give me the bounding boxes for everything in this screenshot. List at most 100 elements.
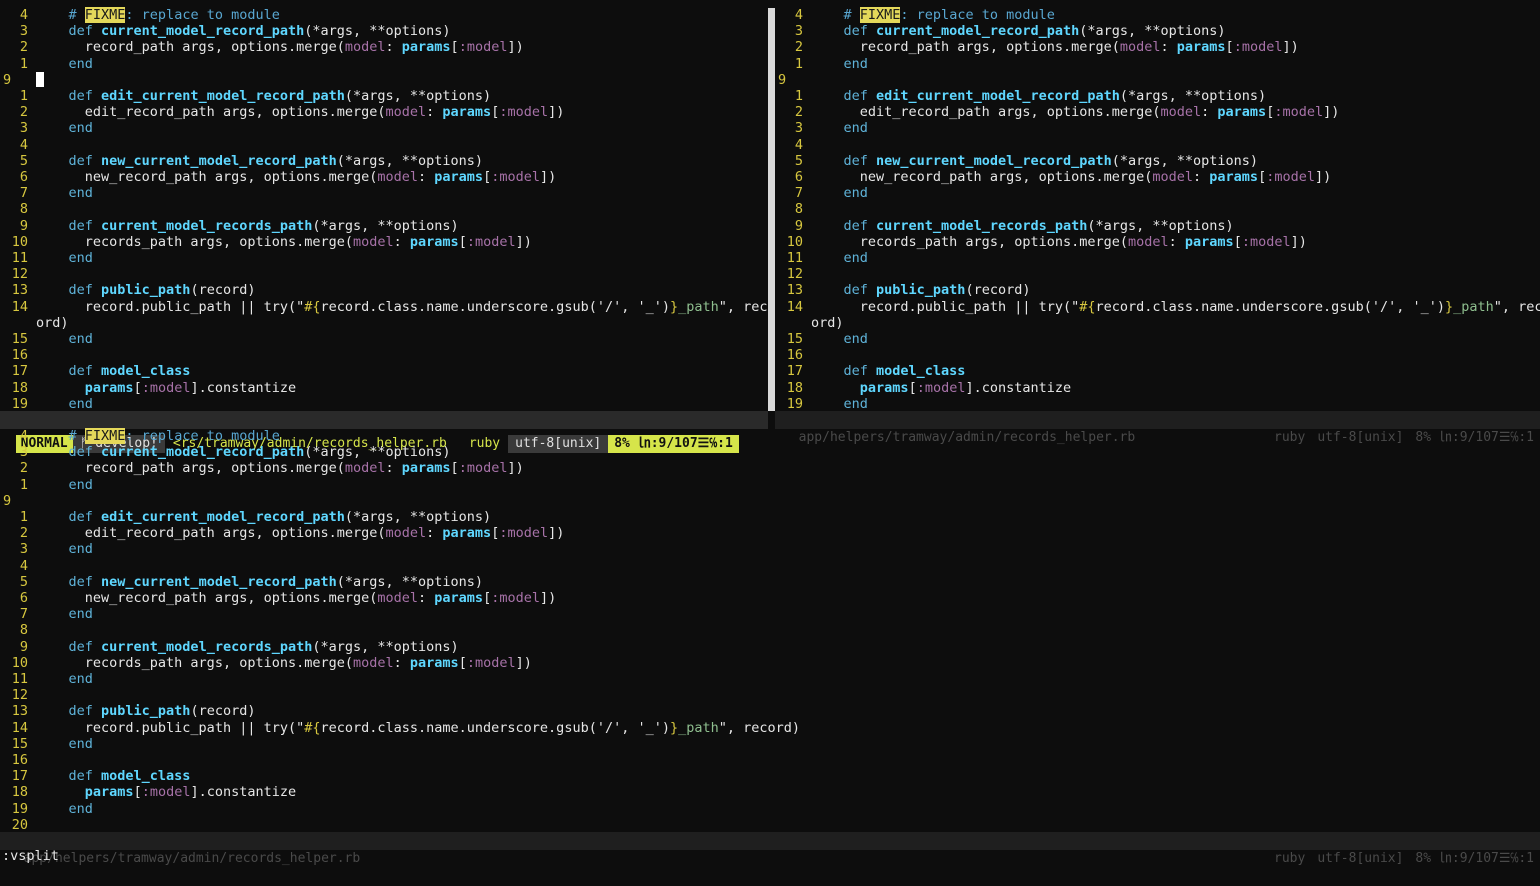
code-line[interactable]: 2 edit_record_path args, options.merge(m… <box>0 525 1540 541</box>
code-line[interactable]: 10 records_path args, options.merge(mode… <box>775 234 1540 250</box>
code-line[interactable]: 7 end <box>0 185 768 201</box>
code-line[interactable]: 4 <box>775 137 1540 153</box>
code-line[interactable]: 4 <box>0 558 1540 574</box>
line-number: 9 <box>3 71 12 88</box>
line-number: 1 <box>19 55 28 72</box>
line-number: 6 <box>19 169 28 185</box>
code-line[interactable]: 4 # FIXME: replace to module <box>0 7 768 23</box>
code-text: end <box>68 185 93 202</box>
code-line[interactable]: 6 new_record_path args, options.merge(mo… <box>0 590 1540 606</box>
code-line[interactable]: 5 def new_current_model_record_path(*arg… <box>0 574 1540 590</box>
code-line[interactable]: 3 end <box>775 120 1540 136</box>
line-number: 3 <box>19 23 28 40</box>
code-line[interactable]: 18 params[:model].constantize <box>0 380 768 396</box>
editor-pane-top-right[interactable]: 4 # FIXME: replace to module 3 def curren… <box>775 7 1540 411</box>
line-number: 11 <box>11 671 28 687</box>
code-text: def model_class <box>843 363 966 380</box>
code-line[interactable]: 10 records_path args, options.merge(mode… <box>0 655 1540 671</box>
code-line[interactable]: 19 end <box>775 396 1540 411</box>
code-line[interactable]: 1 end <box>775 56 1540 72</box>
code-line[interactable]: 11 end <box>0 671 1540 687</box>
code-line[interactable]: 2 record_path args, options.merge(model:… <box>775 39 1540 55</box>
code-line[interactable]: 4 # FIXME: replace to module <box>775 7 1540 23</box>
code-line[interactable]: 11 end <box>775 250 1540 266</box>
code-text: # FIXME: replace to module <box>68 7 280 23</box>
line-number: 2 <box>19 39 28 56</box>
code-line[interactable]: 5 def new_current_model_record_path(*arg… <box>775 153 1540 169</box>
line-number: 9 <box>19 217 28 234</box>
code-line[interactable]: 12 <box>0 687 1540 703</box>
code-line[interactable]: 9 <box>0 71 768 88</box>
code-line[interactable]: 8 <box>0 622 1540 638</box>
code-line[interactable]: 15 end <box>0 736 1540 752</box>
line-number: 12 <box>11 687 28 704</box>
code-line[interactable]: 9 <box>775 72 1540 88</box>
code-line[interactable]: 16 <box>0 347 768 363</box>
code-line[interactable]: 1 def edit_current_model_record_path(*ar… <box>775 88 1540 104</box>
code-line[interactable]: 7 end <box>775 185 1540 201</box>
code-text: record.public_path || try("#{record.clas… <box>68 719 801 736</box>
code-text: def new_current_model_record_path(*args,… <box>68 152 484 169</box>
code-line[interactable]: 8 <box>0 201 768 217</box>
code-line[interactable]: 17 def model_class <box>0 363 768 379</box>
code-line[interactable]: 12 <box>0 266 768 282</box>
code-line[interactable]: 16 <box>775 347 1540 363</box>
code-line[interactable]: 2 record_path args, options.merge(model:… <box>0 39 768 55</box>
vertical-split-separator[interactable] <box>768 8 775 411</box>
code-text: def current_model_records_path(*args, **… <box>843 217 1234 234</box>
code-line[interactable]: 8 <box>775 201 1540 217</box>
code-line[interactable]: 9 def current_model_records_path(*args, … <box>0 639 1540 655</box>
code-line[interactable]: 19 end <box>0 801 1540 817</box>
code-text: end <box>843 55 868 72</box>
code-line[interactable]: 6 new_record_path args, options.merge(mo… <box>775 169 1540 185</box>
code-line[interactable]: 1 def edit_current_model_record_path(*ar… <box>0 88 768 104</box>
code-line[interactable]: 2 edit_record_path args, options.merge(m… <box>0 104 768 120</box>
code-line[interactable]: 12 <box>775 266 1540 282</box>
code-line[interactable]: 20 <box>0 817 1540 832</box>
code-line[interactable]: 2 edit_record_path args, options.merge(m… <box>775 104 1540 120</box>
code-text: new_record_path args, options.merge(mode… <box>68 590 557 606</box>
line-number: 4 <box>19 557 28 574</box>
status-line-inactive-right: app/helpers/tramway/admin/records_helper… <box>775 411 1540 445</box>
code-line[interactable]: 15 end <box>775 331 1540 347</box>
editor-pane-bottom[interactable]: 4 # FIXME: replace to module 3 def curren… <box>0 428 1540 832</box>
code-line[interactable]: 4 # FIXME: replace to module <box>0 428 1540 444</box>
code-line[interactable]: 3 end <box>0 541 1540 557</box>
code-line[interactable]: 14 record.public_path || try("#{record.c… <box>0 299 768 315</box>
code-line[interactable]: 10 records_path args, options.merge(mode… <box>0 234 768 250</box>
code-line[interactable]: 9 def current_model_records_path(*args, … <box>775 218 1540 234</box>
code-line[interactable]: 14 record.public_path || try("#{record.c… <box>775 299 1540 315</box>
code-line[interactable]: 6 new_record_path args, options.merge(mo… <box>0 169 768 185</box>
editor-pane-top-left[interactable]: 4 # FIXME: replace to module 3 def curren… <box>0 7 768 411</box>
code-line[interactable]: 3 def current_model_record_path(*args, *… <box>0 23 768 39</box>
code-line[interactable]: 9 <box>0 493 1540 509</box>
line-number: 14 <box>11 719 28 736</box>
line-number: 10 <box>11 233 28 250</box>
code-line[interactable]: 15 end <box>0 331 768 347</box>
code-line[interactable]: 1 end <box>0 477 1540 493</box>
code-line[interactable]: 19 end <box>0 396 768 411</box>
code-line[interactable]: 17 def model_class <box>775 363 1540 379</box>
code-line[interactable]: 2 record_path args, options.merge(model:… <box>0 460 1540 476</box>
code-line[interactable]: 18 params[:model].constantize <box>775 380 1540 396</box>
code-line[interactable]: 1 def edit_current_model_record_path(*ar… <box>0 509 1540 525</box>
line-number: 8 <box>19 622 28 639</box>
code-line[interactable]: 13 def public_path(record) <box>0 282 768 298</box>
code-line[interactable]: 17 def model_class <box>0 768 1540 784</box>
code-line[interactable]: 16 <box>0 752 1540 768</box>
code-line[interactable]: 5 def new_current_model_record_path(*arg… <box>0 153 768 169</box>
code-line[interactable]: 3 def current_model_record_path(*args, *… <box>0 444 1540 460</box>
command-line[interactable]: :vsplit <box>2 848 59 865</box>
code-line[interactable]: 1 end <box>0 56 768 72</box>
code-line[interactable]: 14 record.public_path || try("#{record.c… <box>0 720 1540 736</box>
code-line[interactable]: 13 def public_path(record) <box>0 703 1540 719</box>
code-line[interactable]: 11 end <box>0 250 768 266</box>
code-line[interactable]: 18 params[:model].constantize <box>0 784 1540 800</box>
code-line[interactable]: 3 def current_model_record_path(*args, *… <box>775 23 1540 39</box>
code-line[interactable]: 3 end <box>0 120 768 136</box>
line-number: 4 <box>19 428 28 444</box>
code-line[interactable]: 13 def public_path(record) <box>775 282 1540 298</box>
code-line[interactable]: 4 <box>0 137 768 153</box>
code-line[interactable]: 7 end <box>0 606 1540 622</box>
code-line[interactable]: 9 def current_model_records_path(*args, … <box>0 218 768 234</box>
